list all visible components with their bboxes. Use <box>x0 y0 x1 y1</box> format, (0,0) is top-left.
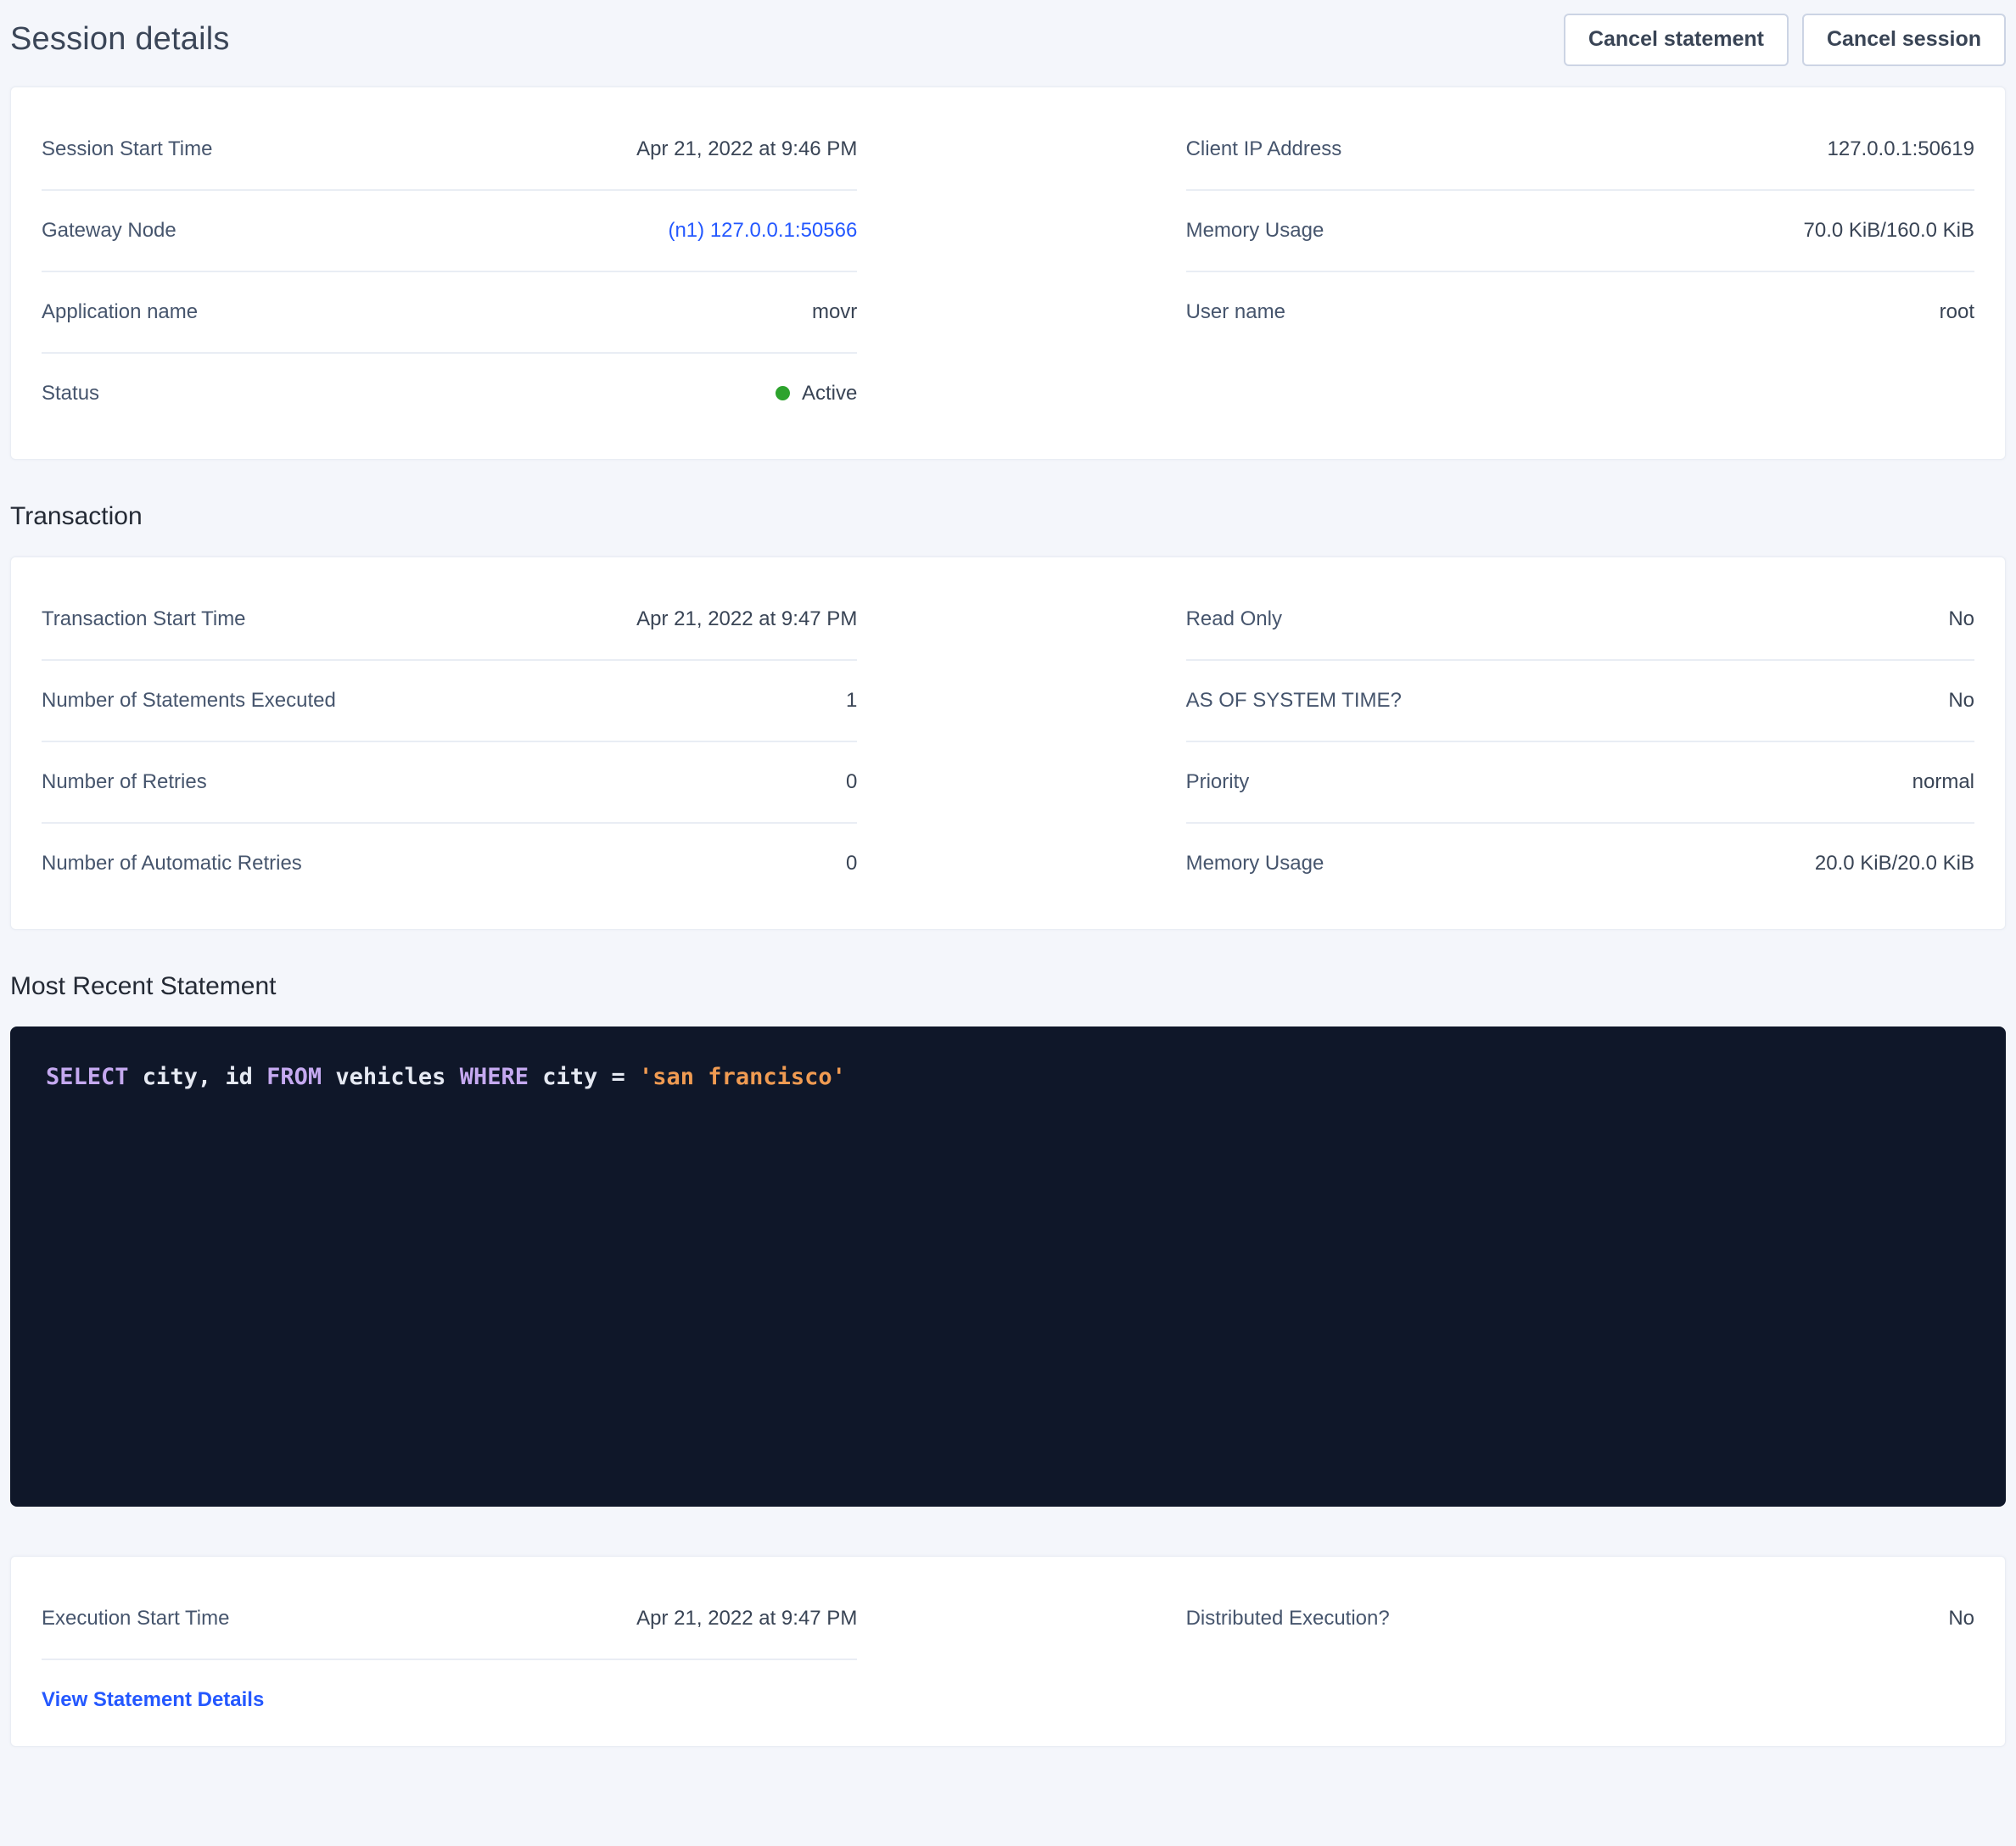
row-value: No <box>1948 1607 1974 1631</box>
application-name-row: Application name movr <box>42 272 857 354</box>
row-value: normal <box>1912 770 1974 794</box>
transaction-card: Transaction Start Time Apr 21, 2022 at 9… <box>10 557 2006 930</box>
row-label: Gateway Node <box>42 219 176 243</box>
page-title: Session details <box>10 21 230 58</box>
row-value: 1 <box>846 689 857 713</box>
as-of-system-time-row: AS OF SYSTEM TIME? No <box>1186 661 1974 742</box>
row-value: Apr 21, 2022 at 9:47 PM <box>636 607 857 631</box>
row-label: Session Start Time <box>42 137 212 161</box>
execution-card-left-column: Execution Start Time Apr 21, 2022 at 9:4… <box>42 1579 857 1720</box>
number-of-retries-row: Number of Retries 0 <box>42 742 857 824</box>
row-label: Execution Start Time <box>42 1607 229 1631</box>
status-badge: Active <box>776 382 857 406</box>
session-summary-card: Session Start Time Apr 21, 2022 at 9:46 … <box>10 87 2006 460</box>
row-value: root <box>1940 300 1974 324</box>
transaction-section-heading: Transaction <box>10 502 2006 531</box>
row-label: Number of Automatic Retries <box>42 852 302 875</box>
cancel-session-button[interactable]: Cancel session <box>1802 14 2006 66</box>
sql-string-literal: 'san francisco' <box>639 1064 846 1090</box>
sql-keyword: FROM <box>266 1064 322 1090</box>
execution-card-right-column: Distributed Execution? No <box>1186 1579 1974 1720</box>
view-statement-details-link[interactable]: View Statement Details <box>42 1688 264 1711</box>
row-label: Memory Usage <box>1186 219 1324 243</box>
row-value: 127.0.0.1:50619 <box>1828 137 1975 161</box>
statements-executed-row: Number of Statements Executed 1 <box>42 661 857 742</box>
row-label: Read Only <box>1186 607 1282 631</box>
priority-row: Priority normal <box>1186 742 1974 824</box>
session-memory-usage-row: Memory Usage 70.0 KiB/160.0 KiB <box>1186 191 1974 272</box>
transaction-start-time-row: Transaction Start Time Apr 21, 2022 at 9… <box>42 579 857 661</box>
row-label: User name <box>1186 300 1285 324</box>
session-card-right-column: Client IP Address 127.0.0.1:50619 Memory… <box>1186 109 1974 434</box>
user-name-row: User name root <box>1186 272 1974 352</box>
cancel-statement-button[interactable]: Cancel statement <box>1564 14 1789 66</box>
row-value: Apr 21, 2022 at 9:46 PM <box>636 137 857 161</box>
sql-statement: SELECT city, id FROM vehicles WHERE city… <box>46 1064 1970 1090</box>
row-value: 70.0 KiB/160.0 KiB <box>1804 219 1974 243</box>
transaction-card-left-column: Transaction Start Time Apr 21, 2022 at 9… <box>42 579 857 903</box>
row-value: Apr 21, 2022 at 9:47 PM <box>636 1607 857 1631</box>
sql-statement-box: SELECT city, id FROM vehicles WHERE city… <box>10 1026 2006 1507</box>
row-value: 0 <box>846 770 857 794</box>
status-value: Active <box>802 382 857 405</box>
header-actions: Cancel statement Cancel session <box>1564 14 2006 66</box>
gateway-node-link[interactable]: (n1) 127.0.0.1:50566 <box>668 219 857 243</box>
status-row: Status Active <box>42 354 857 434</box>
row-label: Distributed Execution? <box>1186 1607 1390 1631</box>
transaction-card-right-column: Read Only No AS OF SYSTEM TIME? No Prior… <box>1186 579 1974 903</box>
client-ip-row: Client IP Address 127.0.0.1:50619 <box>1186 109 1974 191</box>
row-value: movr <box>812 300 857 324</box>
row-label: Priority <box>1186 770 1250 794</box>
row-label: Number of Statements Executed <box>42 689 336 713</box>
status-active-dot-icon <box>776 386 790 400</box>
row-label: Memory Usage <box>1186 852 1324 875</box>
sql-keyword: WHERE <box>460 1064 529 1090</box>
row-value: No <box>1948 689 1974 713</box>
execution-card: Execution Start Time Apr 21, 2022 at 9:4… <box>10 1556 2006 1747</box>
row-value: No <box>1948 607 1974 631</box>
row-label: Status <box>42 382 99 406</box>
sql-text: vehicles <box>322 1064 460 1090</box>
sql-keyword: SELECT <box>46 1064 129 1090</box>
row-label: AS OF SYSTEM TIME? <box>1186 689 1402 713</box>
most-recent-statement-heading: Most Recent Statement <box>10 972 2006 1001</box>
session-details-page: Session details Cancel statement Cancel … <box>0 0 2016 1765</box>
view-statement-details-row: View Statement Details <box>42 1660 857 1720</box>
row-value: 0 <box>846 852 857 875</box>
row-label: Application name <box>42 300 198 324</box>
row-value: 20.0 KiB/20.0 KiB <box>1815 852 1974 875</box>
row-label: Number of Retries <box>42 770 207 794</box>
sql-text: city = <box>529 1064 639 1090</box>
row-label: Transaction Start Time <box>42 607 246 631</box>
session-card-left-column: Session Start Time Apr 21, 2022 at 9:46 … <box>42 109 857 434</box>
read-only-row: Read Only No <box>1186 579 1974 661</box>
page-header: Session details Cancel statement Cancel … <box>10 0 2006 87</box>
transaction-memory-usage-row: Memory Usage 20.0 KiB/20.0 KiB <box>1186 824 1974 903</box>
gateway-node-row: Gateway Node (n1) 127.0.0.1:50566 <box>42 191 857 272</box>
distributed-execution-row: Distributed Execution? No <box>1186 1579 1974 1659</box>
execution-start-time-row: Execution Start Time Apr 21, 2022 at 9:4… <box>42 1579 857 1660</box>
session-start-time-row: Session Start Time Apr 21, 2022 at 9:46 … <box>42 109 857 191</box>
row-label: Client IP Address <box>1186 137 1342 161</box>
sql-text: city, id <box>129 1064 267 1090</box>
automatic-retries-row: Number of Automatic Retries 0 <box>42 824 857 903</box>
